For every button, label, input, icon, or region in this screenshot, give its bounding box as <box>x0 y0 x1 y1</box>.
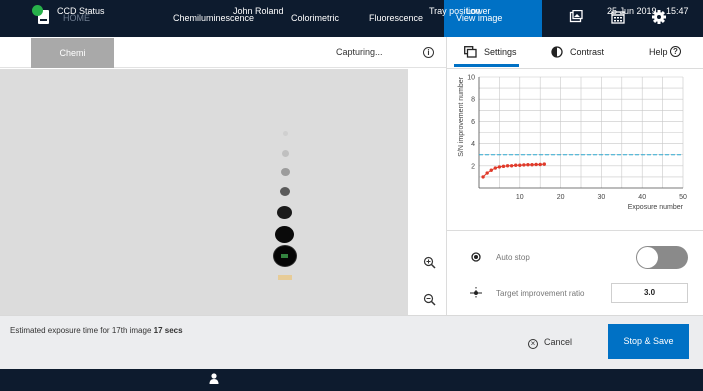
y-tick-label: 6 <box>471 119 475 126</box>
blot-spot <box>275 226 294 243</box>
sn-data-point <box>493 166 498 170</box>
sn-data-point <box>505 164 510 168</box>
help-icon[interactable]: ? <box>670 46 681 57</box>
blot-spot <box>277 206 292 219</box>
action-bar <box>0 315 703 369</box>
user-name: John Roland <box>233 6 284 16</box>
auto-stop-toggle[interactable] <box>636 246 688 269</box>
exposure-estimate: Estimated exposure time for 17th image 1… <box>10 326 183 335</box>
exposure-estimate-label: Estimated exposure time for 17th image <box>10 326 152 335</box>
y-tick-label: 4 <box>471 141 475 148</box>
ccd-status-label: CCD Status <box>57 6 105 16</box>
nav-colorimetric[interactable]: Colorimetric <box>291 0 339 37</box>
y-tick-label: 10 <box>467 75 475 82</box>
y-tick-label: 2 <box>471 163 475 170</box>
sn-data-point <box>542 162 546 166</box>
blot-spot <box>283 131 288 136</box>
x-tick-label: 20 <box>557 194 565 201</box>
gallery-icon[interactable] <box>569 10 583 24</box>
sn-data-point <box>509 164 514 168</box>
settings-icon <box>464 46 477 58</box>
y-tick-label: 8 <box>471 97 475 104</box>
x-tick-label: 40 <box>638 194 646 201</box>
info-icon[interactable]: i <box>423 47 434 58</box>
cancel-button[interactable]: × Cancel <box>528 334 572 350</box>
sn-data-point <box>485 171 489 175</box>
blot-spot <box>282 150 289 157</box>
tab-settings-indicator <box>454 64 519 67</box>
zoom-in-icon[interactable] <box>423 256 436 269</box>
target-ratio-label: Target improvement ratio <box>496 289 585 298</box>
tab-help[interactable]: Help <box>649 37 668 68</box>
stop-save-button[interactable]: Stop & Save <box>608 324 689 359</box>
blot-marker <box>278 275 292 280</box>
zoom-controls <box>408 69 446 315</box>
sn-data-point <box>489 168 493 172</box>
toggle-knob <box>637 247 658 268</box>
blot-image-viewer[interactable] <box>0 69 408 315</box>
saturated-marker <box>281 254 288 258</box>
blot-spot <box>281 168 290 176</box>
sn-data-point <box>501 164 506 169</box>
tray-position-value: Lower <box>466 6 491 16</box>
sn-data-point <box>522 163 526 167</box>
sn-data-point <box>530 162 534 167</box>
cancel-icon: × <box>528 339 538 349</box>
auto-stop-icon <box>471 252 481 262</box>
tab-chemi[interactable]: Chemi <box>31 38 114 68</box>
x-tick-label: 30 <box>598 194 606 201</box>
zoom-out-icon[interactable] <box>423 293 436 306</box>
y-axis-label: S/N improvement number <box>458 76 465 156</box>
status-bar <box>0 369 703 391</box>
panel-divider <box>446 230 703 231</box>
sn-data-point <box>514 163 518 167</box>
sn-data-point <box>534 162 538 167</box>
sn-data-point <box>481 175 485 179</box>
x-axis-label: Exposure number <box>628 204 684 211</box>
nav-fluorescence[interactable]: Fluorescence <box>369 0 423 37</box>
cancel-label: Cancel <box>544 337 573 347</box>
sn-data-point <box>526 162 530 167</box>
sn-improvement-chart: 10 20 30 40 50 2 4 6 8 10 Exposure number S/N impro… <box>458 75 687 212</box>
x-tick-label: 50 <box>679 194 687 201</box>
capturing-status: Capturing... <box>336 47 383 57</box>
auto-stop-label: Auto stop <box>496 253 530 262</box>
blot-spot <box>280 187 290 196</box>
ccd-status-indicator <box>32 5 43 16</box>
top-nav <box>0 0 703 37</box>
x-tick-label: 10 <box>516 194 524 201</box>
status-date: 25 Jun 2019 <box>607 6 657 16</box>
sn-data-point <box>497 165 502 169</box>
contrast-icon <box>551 46 563 58</box>
target-ratio-icon <box>470 287 482 299</box>
sn-data-point <box>538 162 542 167</box>
user-icon <box>209 373 219 384</box>
status-time: 15:47 <box>666 6 689 16</box>
sn-data-point <box>518 163 522 167</box>
exposure-estimate-value: 17 secs <box>153 326 183 335</box>
target-ratio-input[interactable]: 3.0 <box>611 283 688 303</box>
tab-contrast[interactable]: Contrast <box>570 37 604 68</box>
